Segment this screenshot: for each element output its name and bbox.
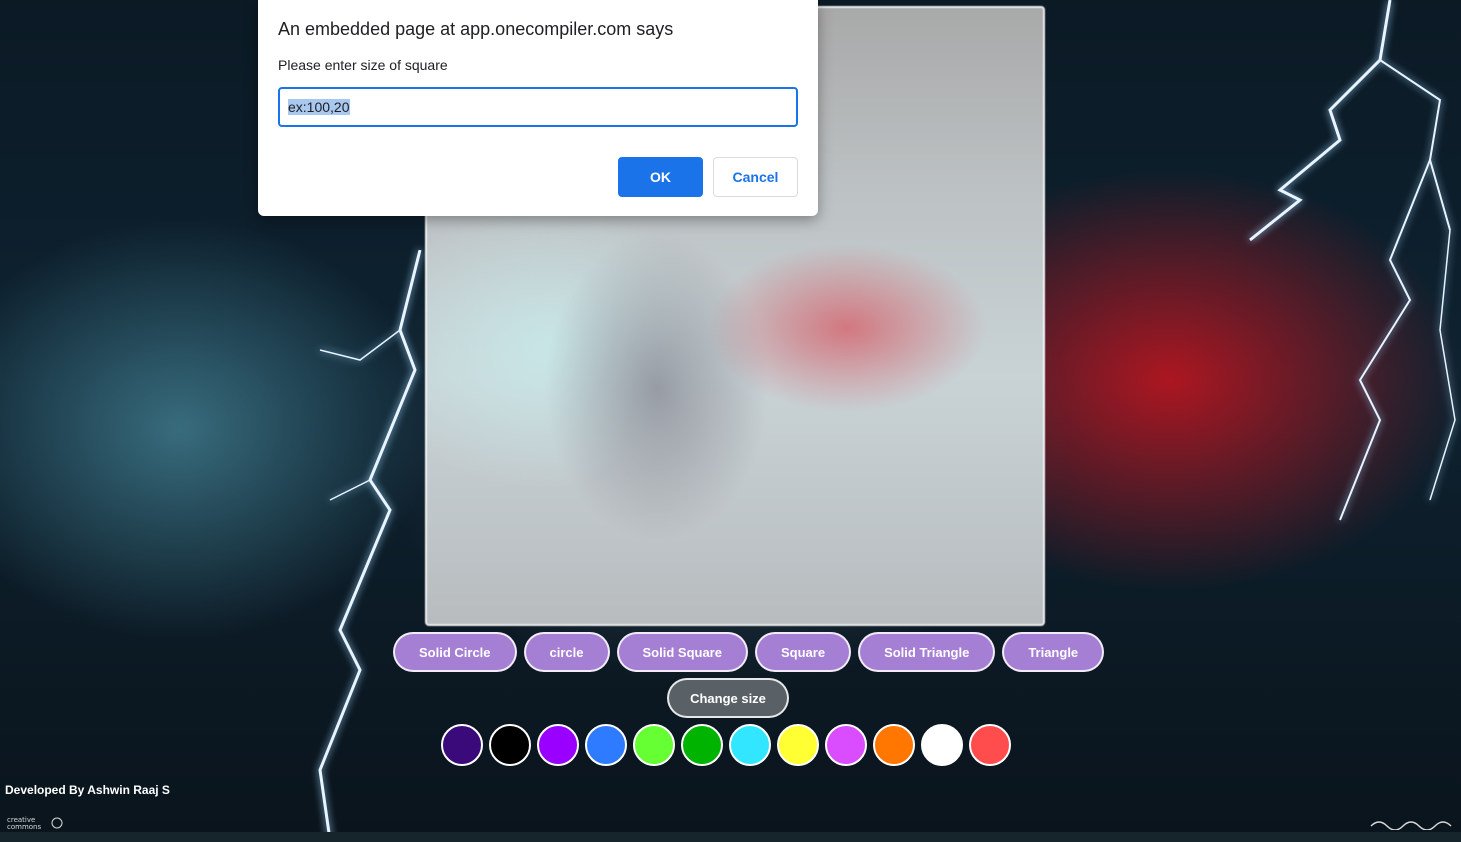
- color-swatch-black[interactable]: [489, 724, 531, 766]
- triangle-button[interactable]: Triangle: [1002, 632, 1105, 672]
- svg-text:commons: commons: [7, 823, 41, 830]
- dialog-title: An embedded page at app.onecompiler.com …: [278, 19, 674, 39]
- developer-credit: Developed By Ashwin Raaj S: [5, 783, 170, 797]
- circle-button[interactable]: circle: [523, 632, 610, 672]
- color-swatch-orange[interactable]: [873, 724, 915, 766]
- color-swatch-cyan[interactable]: [729, 724, 771, 766]
- color-swatch-magenta[interactable]: [825, 724, 867, 766]
- solid-triangle-button[interactable]: Solid Triangle: [858, 632, 996, 672]
- ok-button[interactable]: OK: [618, 157, 703, 197]
- size-input[interactable]: ex:100,20: [278, 87, 798, 127]
- color-swatch-yellow[interactable]: [777, 724, 819, 766]
- shape-button-row: Solid Circle circle Solid Square Square …: [393, 632, 1105, 672]
- square-button[interactable]: Square: [754, 632, 852, 672]
- color-swatch-violet[interactable]: [537, 724, 579, 766]
- color-swatch-green[interactable]: [681, 724, 723, 766]
- lightning-bolt-right: [1249, 0, 1456, 521]
- creative-commons-logo: creative commons: [6, 816, 64, 832]
- dialog-message: Please enter size of square: [278, 57, 448, 73]
- color-swatch-light-green[interactable]: [633, 724, 675, 766]
- prompt-dialog: An embedded page at app.onecompiler.com …: [258, 0, 818, 216]
- color-swatch-white[interactable]: [921, 724, 963, 766]
- solid-circle-button[interactable]: Solid Circle: [393, 632, 517, 672]
- cancel-button[interactable]: Cancel: [713, 157, 798, 197]
- color-swatch-red[interactable]: [969, 724, 1011, 766]
- artist-watermark: [1369, 816, 1455, 833]
- color-swatch-indigo[interactable]: [441, 724, 483, 766]
- color-swatch-blue[interactable]: [585, 724, 627, 766]
- solid-square-button[interactable]: Solid Square: [616, 632, 748, 672]
- size-input-value: ex:100,20: [288, 99, 350, 115]
- bottom-strip: [0, 832, 1461, 842]
- color-swatch-row: [441, 724, 1011, 766]
- change-size-button[interactable]: Change size: [667, 678, 789, 718]
